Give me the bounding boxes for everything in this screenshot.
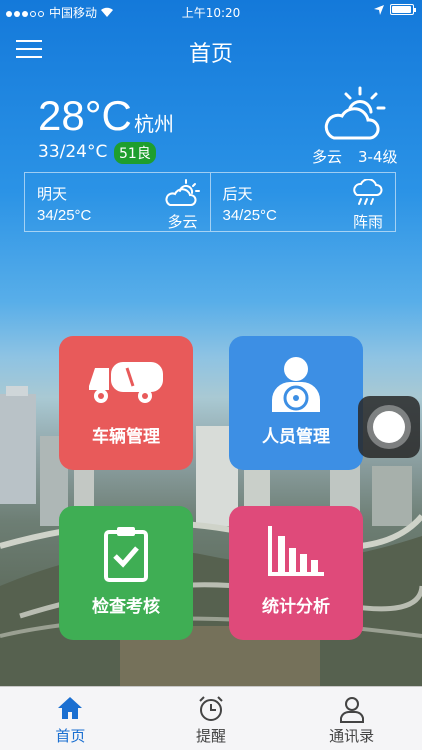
aqi-badge: 51良 xyxy=(114,142,156,164)
personnel-management-button[interactable]: 人员管理 xyxy=(229,336,363,470)
vehicle-management-button[interactable]: 车辆管理 xyxy=(59,336,193,470)
city-name: 杭州 xyxy=(134,112,174,136)
page-title: 首页 xyxy=(188,42,233,67)
partly-cloudy-icon xyxy=(324,86,386,140)
location-arrow-icon xyxy=(374,4,384,15)
weather-condition: 多云 xyxy=(312,148,343,166)
home-icon xyxy=(58,697,83,719)
forecast-day: 明天 xyxy=(37,185,68,203)
contact-person-icon xyxy=(339,697,364,723)
tab-contacts[interactable]: 通讯录 xyxy=(281,687,422,750)
forecast-condition: 多云 xyxy=(167,213,198,231)
tab-label: 提醒 xyxy=(196,727,227,745)
bar-chart-icon xyxy=(268,526,324,576)
forecast-condition: 阵雨 xyxy=(352,213,383,231)
clock: 上午10:20 xyxy=(181,6,241,20)
tile-label: 人员管理 xyxy=(262,427,330,447)
tile-label: 检查考核 xyxy=(92,597,160,617)
forecast-day-after: 后天 34/25°C 阵雨 xyxy=(209,173,396,231)
statistical-analysis-button[interactable]: 统计分析 xyxy=(229,506,363,640)
tile-label: 统计分析 xyxy=(262,597,330,617)
tile-label: 车辆管理 xyxy=(92,427,160,447)
hamburger-menu-icon[interactable] xyxy=(16,40,42,58)
forecast-panel: 明天 34/25°C 多云 后天 34/25°C 阵雨 xyxy=(24,172,396,232)
tab-bar: 首页 提醒 通讯录 xyxy=(0,686,422,750)
driver-icon xyxy=(272,357,320,412)
inspection-assessment-button[interactable]: 检查考核 xyxy=(59,506,193,640)
shower-icon xyxy=(353,179,383,205)
tab-label: 通讯录 xyxy=(329,727,375,745)
forecast-temp: 34/25°C xyxy=(37,207,92,224)
forecast-day: 后天 xyxy=(222,185,253,203)
alarm-clock-icon xyxy=(199,696,223,721)
partly-cloudy-icon xyxy=(164,179,200,206)
garbage-truck-icon xyxy=(89,362,163,403)
status-bar: 中国移动 上午10:20 xyxy=(0,0,422,22)
tab-reminder[interactable]: 提醒 xyxy=(141,687,282,750)
assistive-touch-button[interactable] xyxy=(358,396,420,458)
tab-home[interactable]: 首页 xyxy=(0,687,141,750)
temperature-range: 33/24°C xyxy=(38,142,108,162)
current-temperature: 28°C xyxy=(38,92,132,139)
tab-label: 首页 xyxy=(55,727,86,745)
battery-icon xyxy=(390,4,416,15)
forecast-tomorrow: 明天 34/25°C 多云 xyxy=(25,173,210,231)
nav-bar: 首页 xyxy=(0,22,422,76)
checklist-icon xyxy=(104,527,148,582)
forecast-temp: 34/25°C xyxy=(222,207,277,224)
wind-level: 3-4级 xyxy=(358,148,398,166)
